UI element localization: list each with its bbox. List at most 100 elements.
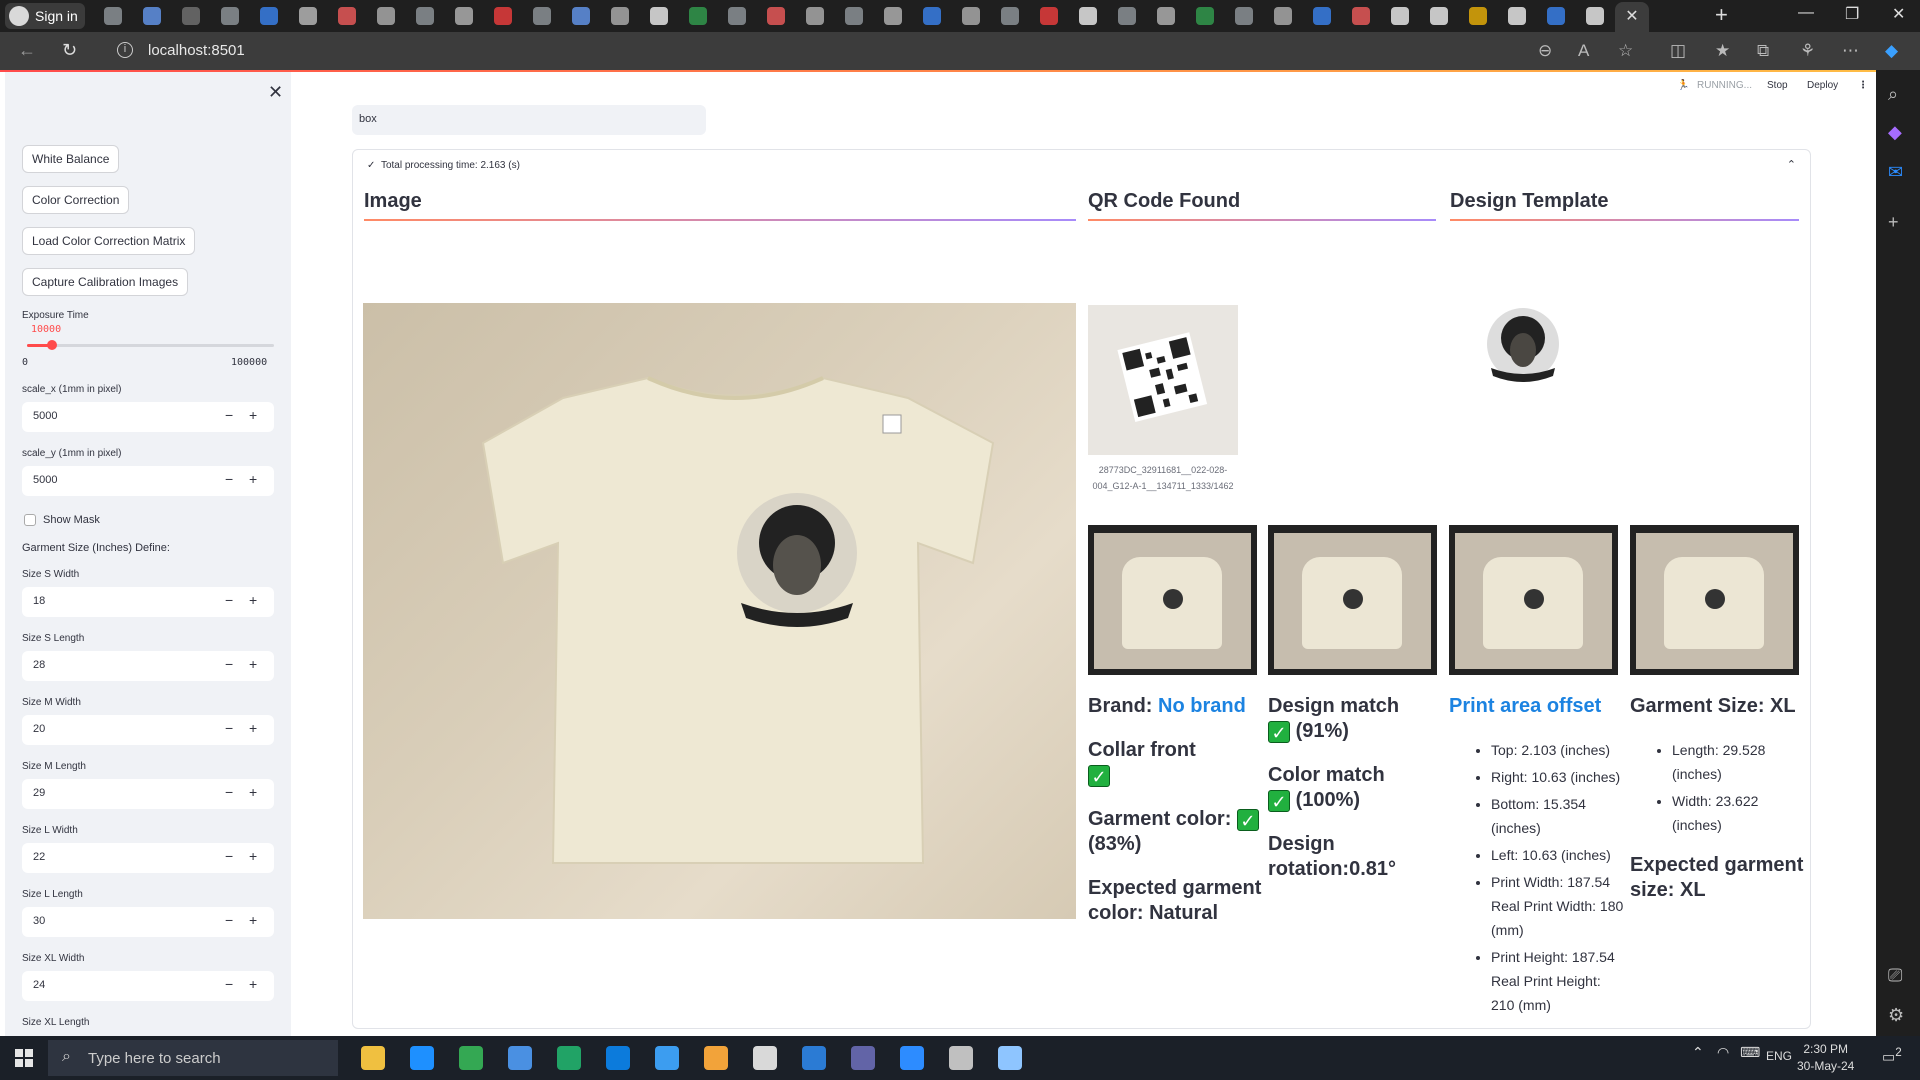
collections-icon[interactable]: ⧉ (1757, 41, 1769, 61)
tab-favicon-icon[interactable] (455, 7, 473, 25)
tab-favicon-icon[interactable] (650, 7, 668, 25)
chrome-icon[interactable] (459, 1046, 483, 1070)
tab-favicon-icon[interactable] (338, 7, 356, 25)
tab-favicon-icon[interactable] (1001, 7, 1019, 25)
decrement-button[interactable]: − (225, 912, 233, 928)
scale-x-input[interactable]: 5000 − + (22, 402, 274, 432)
app-icon[interactable] (949, 1046, 973, 1070)
copilot-sidebar-icon[interactable]: ◆ (1888, 122, 1902, 143)
text-input[interactable]: box (352, 105, 706, 135)
decrement-button[interactable]: − (225, 848, 233, 864)
tab-favicon-icon[interactable] (416, 7, 434, 25)
tab-favicon-icon[interactable] (299, 7, 317, 25)
tab-favicon-icon[interactable] (611, 7, 629, 25)
increment-button[interactable]: + (249, 592, 257, 608)
close-sidebar-icon[interactable]: ✕ (268, 82, 283, 103)
close-window-icon[interactable]: ✕ (1892, 4, 1905, 24)
language-indicator[interactable]: ENG (1766, 1049, 1792, 1063)
decrement-button[interactable]: − (225, 407, 233, 423)
search-icon[interactable]: ⌕ (1888, 84, 1898, 105)
excel-icon[interactable] (557, 1046, 581, 1070)
more-menu-icon[interactable]: ⋯ (1842, 41, 1859, 61)
teams-icon[interactable] (851, 1046, 875, 1070)
active-tab-close-button[interactable]: ✕ (1615, 2, 1649, 32)
tab-favicon-icon[interactable] (1430, 7, 1448, 25)
decrement-button[interactable]: − (225, 720, 233, 736)
back-icon[interactable]: ← (18, 40, 36, 61)
increment-button[interactable]: + (249, 784, 257, 800)
tab-favicon-icon[interactable] (1196, 7, 1214, 25)
size-field-input[interactable]: 18 − + (22, 587, 274, 617)
tab-favicon-icon[interactable] (533, 7, 551, 25)
tab-favicon-icon[interactable] (884, 7, 902, 25)
size-field-input[interactable]: 30 − + (22, 907, 274, 937)
taskbar-search[interactable]: ⌕ Type here to search (48, 1040, 338, 1076)
tab-favicon-icon[interactable] (1469, 7, 1487, 25)
wifi-icon[interactable]: ◠ (1717, 1044, 1729, 1061)
chevron-up-icon[interactable]: ⌃ (1787, 158, 1796, 171)
tab-favicon-icon[interactable] (1313, 7, 1331, 25)
show-mask-checkbox[interactable] (24, 514, 36, 526)
tab-favicon-icon[interactable] (1352, 7, 1370, 25)
outlook-icon[interactable]: ✉ (1888, 162, 1903, 183)
tab-favicon-icon[interactable] (221, 7, 239, 25)
increment-button[interactable]: + (249, 471, 257, 487)
decrement-button[interactable]: − (225, 976, 233, 992)
deploy-button[interactable]: Deploy (1807, 80, 1838, 91)
tab-favicon-icon[interactable] (767, 7, 785, 25)
refresh-icon[interactable]: ↻ (62, 40, 77, 61)
tab-favicon-icon[interactable] (923, 7, 941, 25)
main-menu-icon[interactable]: ⋮ (1858, 80, 1868, 91)
edge-icon[interactable] (606, 1046, 630, 1070)
tab-favicon-icon[interactable] (1508, 7, 1526, 25)
extensions-icon[interactable]: ⚘ (1800, 41, 1815, 61)
tab-favicon-icon[interactable] (1157, 7, 1175, 25)
vscode-icon[interactable] (655, 1046, 679, 1070)
tab-favicon-icon[interactable] (806, 7, 824, 25)
tab-favicon-icon[interactable] (1274, 7, 1292, 25)
zoom-icon[interactable] (900, 1046, 924, 1070)
size-field-input[interactable]: 22 − + (22, 843, 274, 873)
tab-favicon-icon[interactable] (182, 7, 200, 25)
tab-favicon-icon[interactable] (260, 7, 278, 25)
add-icon[interactable]: + (1888, 212, 1899, 233)
notifications-icon[interactable]: ▭2 (1882, 1046, 1902, 1066)
restore-icon[interactable]: ❐ (1845, 4, 1859, 24)
clock[interactable]: 2:30 PM 30-May-24 (1797, 1041, 1854, 1075)
increment-button[interactable]: + (249, 720, 257, 736)
split-screen-icon[interactable]: ◫ (1670, 41, 1686, 61)
color-correction-button[interactable]: Color Correction (22, 186, 130, 214)
site-info-icon[interactable]: i (117, 42, 133, 58)
tab-favicon-icon[interactable] (962, 7, 980, 25)
start-button[interactable] (15, 1049, 33, 1067)
tab-favicon-icon[interactable] (689, 7, 707, 25)
tab-favicon-icon[interactable] (1235, 7, 1253, 25)
capture-calibration-button[interactable]: Capture Calibration Images (22, 268, 189, 296)
read-aloud-icon[interactable]: A (1578, 41, 1589, 61)
new-tab-button[interactable]: + (1715, 2, 1728, 28)
favorites-icon[interactable]: ★ (1715, 41, 1730, 61)
tab-favicon-icon[interactable] (572, 7, 590, 25)
app-icon[interactable] (508, 1046, 532, 1070)
file-explorer-icon[interactable] (361, 1046, 385, 1070)
keyboard-icon[interactable]: ⌨ (1740, 1044, 1760, 1061)
decrement-button[interactable]: − (225, 592, 233, 608)
favorite-star-icon[interactable]: ☆ (1618, 41, 1633, 61)
exposure-slider[interactable] (27, 340, 274, 350)
tab-favicon-icon[interactable] (1118, 7, 1136, 25)
home-assistant-icon[interactable] (704, 1046, 728, 1070)
size-field-input[interactable]: 24 − + (22, 971, 274, 1001)
tab-favicon-icon[interactable] (1586, 7, 1604, 25)
tab-favicon-icon[interactable] (1547, 7, 1565, 25)
tab-favicon-icon[interactable] (1391, 7, 1409, 25)
expander-header[interactable]: ✓ Total processing time: 2.163 (s) (367, 160, 520, 171)
size-field-input[interactable]: 28 − + (22, 651, 274, 681)
size-field-input[interactable]: 29 − + (22, 779, 274, 809)
decrement-button[interactable]: − (225, 471, 233, 487)
store-icon[interactable] (410, 1046, 434, 1070)
size-field-input[interactable]: 20 − + (22, 715, 274, 745)
minimize-icon[interactable]: — (1798, 4, 1814, 22)
screenshot-icon[interactable]: ⎚ (1888, 965, 1902, 986)
decrement-button[interactable]: − (225, 784, 233, 800)
app-icon[interactable] (753, 1046, 777, 1070)
